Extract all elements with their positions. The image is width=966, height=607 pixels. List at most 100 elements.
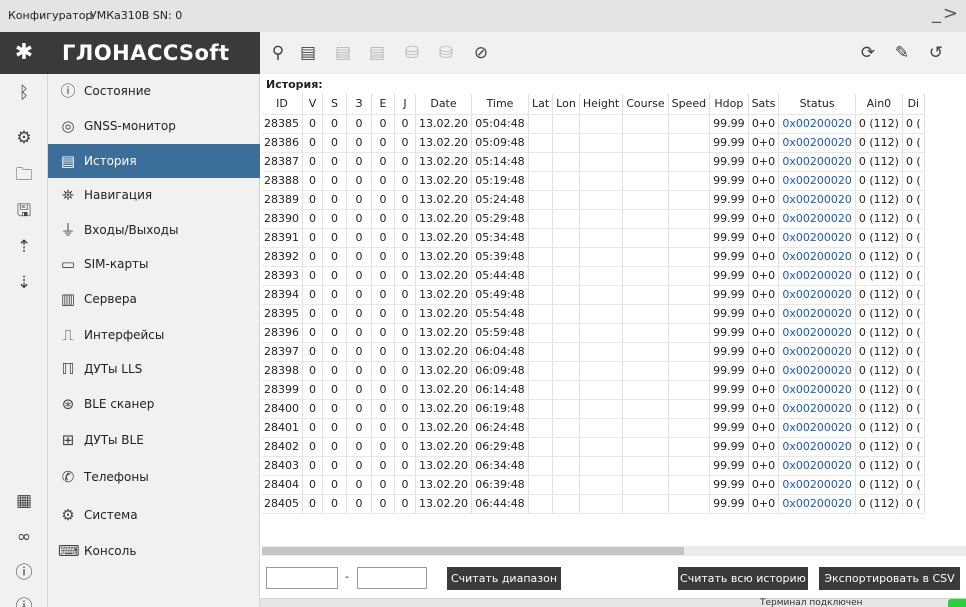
refresh-icon[interactable]: ⟳ xyxy=(856,41,880,65)
upload-icon[interactable]: ⇡ xyxy=(12,235,36,259)
toolbar: ⚲ ▤ ▤ ▤ ⛁ ⛁ ⊘ ⟳ ✎ ↺ xyxy=(260,32,966,74)
table-row[interactable]: 28396 0 0 0 0 0 13.02.20 05:59:48 99.99 0+0 0x0020… xyxy=(262,323,925,343)
nav-item-servers[interactable]: ▥ Сервера xyxy=(48,282,260,316)
range-to-input[interactable] xyxy=(357,567,427,589)
column-header[interactable]: Course xyxy=(622,94,669,115)
help-icon[interactable]: ⓘ xyxy=(12,561,36,585)
table-cell xyxy=(668,418,711,438)
read-all-button[interactable]: Считать всю историю xyxy=(678,567,808,590)
reset-icon[interactable]: ↺ xyxy=(924,41,948,65)
bluetooth-icon[interactable]: ᛒ xyxy=(12,81,36,105)
column-header[interactable]: Date xyxy=(415,94,472,115)
grid-icon[interactable]: ▦ xyxy=(12,489,36,513)
table-row[interactable]: 28393 0 0 0 0 0 13.02.20 05:44:48 99.99 0+0 0x0020… xyxy=(262,266,925,286)
table-row[interactable]: 28402 0 0 0 0 0 13.02.20 06:29:48 99.99 0+0 0x0020… xyxy=(262,437,925,457)
nav-item-navigation[interactable]: ⛯ Навигация xyxy=(48,178,260,212)
nav-item-ble-scanner[interactable]: ⊛ BLE сканер xyxy=(48,387,260,421)
table-row[interactable]: 28392 0 0 0 0 0 13.02.20 05:39:48 99.99 0+0 0x0020… xyxy=(262,247,925,267)
table-cell: 0 (112) xyxy=(855,152,903,172)
table-cell: 0 xyxy=(346,399,372,419)
column-header[interactable]: V xyxy=(302,94,323,115)
table-cell: 0 xyxy=(394,114,416,134)
scrollbar-thumb[interactable] xyxy=(262,547,684,555)
column-header[interactable]: Height xyxy=(579,94,624,115)
link-icon[interactable]: ∞ xyxy=(12,525,36,549)
column-header[interactable]: З xyxy=(346,94,372,115)
table-row[interactable]: 28395 0 0 0 0 0 13.02.20 05:54:48 99.99 0+0 0x0020… xyxy=(262,304,925,324)
table-row[interactable]: 28385 0 0 0 0 0 13.02.20 05:04:48 99.99 0+0 0x0020… xyxy=(262,114,925,134)
usb-icon[interactable]: ⚙ xyxy=(12,126,36,150)
db-icon[interactable]: ⛁ xyxy=(400,41,424,65)
nav-item-sim[interactable]: ▭ SIM-карты xyxy=(48,247,260,281)
db-settings-icon[interactable]: ⛁ xyxy=(434,41,458,65)
nav-item-phones[interactable]: ✆ Телефоны xyxy=(48,460,260,494)
table-row[interactable]: 28405 0 0 0 0 0 13.02.20 06:44:48 99.99 0+0 0x0020… xyxy=(262,494,925,514)
device-read-icon[interactable]: ▤ xyxy=(296,41,320,65)
table-row[interactable]: 28403 0 0 0 0 0 13.02.20 06:34:48 99.99 0+0 0x0020… xyxy=(262,456,925,476)
table-row[interactable]: 28386 0 0 0 0 0 13.02.20 05:09:48 99.99 0+0 0x0020… xyxy=(262,133,925,153)
antenna-icon[interactable]: ⚲ xyxy=(266,41,290,65)
nav-item-interfaces[interactable]: ⎍ Интерфейсы xyxy=(48,318,260,352)
table-cell: 28399 xyxy=(262,380,303,400)
column-header[interactable]: Time xyxy=(471,94,529,115)
nav-item-console[interactable]: ⌨ Консоль xyxy=(48,534,260,568)
table-cell xyxy=(528,190,554,210)
table-cell xyxy=(668,475,711,495)
read-range-button[interactable]: Считать диапазон xyxy=(447,567,561,590)
table-row[interactable]: 28390 0 0 0 0 0 13.02.20 05:29:48 99.99 0+0 0x0020… xyxy=(262,209,925,229)
device-write-icon[interactable]: ▤ xyxy=(331,41,355,65)
column-header[interactable]: Sats xyxy=(748,94,780,115)
table-row[interactable]: 28391 0 0 0 0 0 13.02.20 05:34:48 99.99 0+0 0x0020… xyxy=(262,228,925,248)
table-cell xyxy=(668,494,711,514)
horizontal-scrollbar[interactable] xyxy=(262,546,966,556)
nav-item-state[interactable]: ⓘ Состояние xyxy=(48,74,260,108)
column-header[interactable]: Lat xyxy=(528,94,554,115)
table-row[interactable]: 28399 0 0 0 0 0 13.02.20 06:14:48 99.99 0+0 0x0020… xyxy=(262,380,925,400)
table-row[interactable]: 28389 0 0 0 0 0 13.02.20 05:24:48 99.99 0+0 0x0020… xyxy=(262,190,925,210)
certificate-icon[interactable]: ✎ xyxy=(890,41,914,65)
table-row[interactable]: 28404 0 0 0 0 0 13.02.20 06:39:48 99.99 0+0 0x0020… xyxy=(262,475,925,495)
column-header[interactable]: E xyxy=(371,94,395,115)
table-cell: 0 xyxy=(322,323,347,343)
table-cell xyxy=(552,323,580,343)
column-header[interactable]: J xyxy=(394,94,416,115)
window-controls[interactable]: _> xyxy=(932,3,960,24)
column-header[interactable]: Ain0 xyxy=(855,94,903,115)
nav-item-lls[interactable]: ℿ ДУТы LLS xyxy=(48,352,260,386)
download-icon[interactable]: ⇣ xyxy=(12,271,36,295)
column-header[interactable]: Speed xyxy=(668,94,711,115)
nav-item-history[interactable]: ▤ История xyxy=(48,144,260,178)
table-row[interactable]: 28388 0 0 0 0 0 13.02.20 05:19:48 99.99 0+0 0x0020… xyxy=(262,171,925,191)
export-csv-button[interactable]: Экспортировать в CSV xyxy=(819,567,960,590)
table-row[interactable]: 28401 0 0 0 0 0 13.02.20 06:24:48 99.99 0+0 0x0020… xyxy=(262,418,925,438)
column-header[interactable]: Di xyxy=(902,94,925,115)
table-cell: 0 xyxy=(394,209,416,229)
range-from-input[interactable] xyxy=(266,567,338,589)
history-table[interactable]: ID V S З E J Date Time Lat Lon Height Course Speed Hd… xyxy=(262,94,966,550)
nav-item-gnss[interactable]: ◎ GNSS-монитор xyxy=(48,109,260,143)
info-icon[interactable]: ⓘ xyxy=(12,595,36,607)
table-row[interactable]: 28397 0 0 0 0 0 13.02.20 06:04:48 99.99 0+0 0x0020… xyxy=(262,342,925,362)
table-row[interactable]: 28400 0 0 0 0 0 13.02.20 06:19:48 99.99 0+0 0x0020… xyxy=(262,399,925,419)
save-icon[interactable]: 🖫 xyxy=(12,199,36,223)
table-cell: 0 xyxy=(371,399,395,419)
nav-item-ble-sensors[interactable]: ⊞ ДУТы BLE xyxy=(48,423,260,457)
minimize-icon[interactable]: _ xyxy=(932,3,943,24)
column-header[interactable]: Lon xyxy=(552,94,580,115)
nav-item-system[interactable]: ⚙ Система xyxy=(48,498,260,532)
column-header[interactable]: ID xyxy=(262,94,303,115)
column-header[interactable]: Status xyxy=(778,94,856,115)
folder-icon[interactable]: 🗀 xyxy=(12,163,36,187)
device-compare-icon[interactable]: ▤ xyxy=(365,41,389,65)
table-row[interactable]: 28398 0 0 0 0 0 13.02.20 06:09:48 99.99 0+0 0x0020… xyxy=(262,361,925,381)
table-cell: 0 xyxy=(302,418,323,438)
next-icon[interactable]: > xyxy=(943,3,960,24)
column-header[interactable]: Hdop xyxy=(709,94,749,115)
location-off-icon[interactable]: ⊘ xyxy=(469,41,493,65)
column-header[interactable]: S xyxy=(322,94,347,115)
table-cell xyxy=(579,437,624,457)
table-row[interactable]: 28387 0 0 0 0 0 13.02.20 05:14:48 99.99 0+0 0x0020… xyxy=(262,152,925,172)
nav-item-io[interactable]: ⏚ Входы/Выходы xyxy=(48,213,260,247)
table-row[interactable]: 28394 0 0 0 0 0 13.02.20 05:49:48 99.99 0+0 0x0020… xyxy=(262,285,925,305)
table-cell xyxy=(552,380,580,400)
